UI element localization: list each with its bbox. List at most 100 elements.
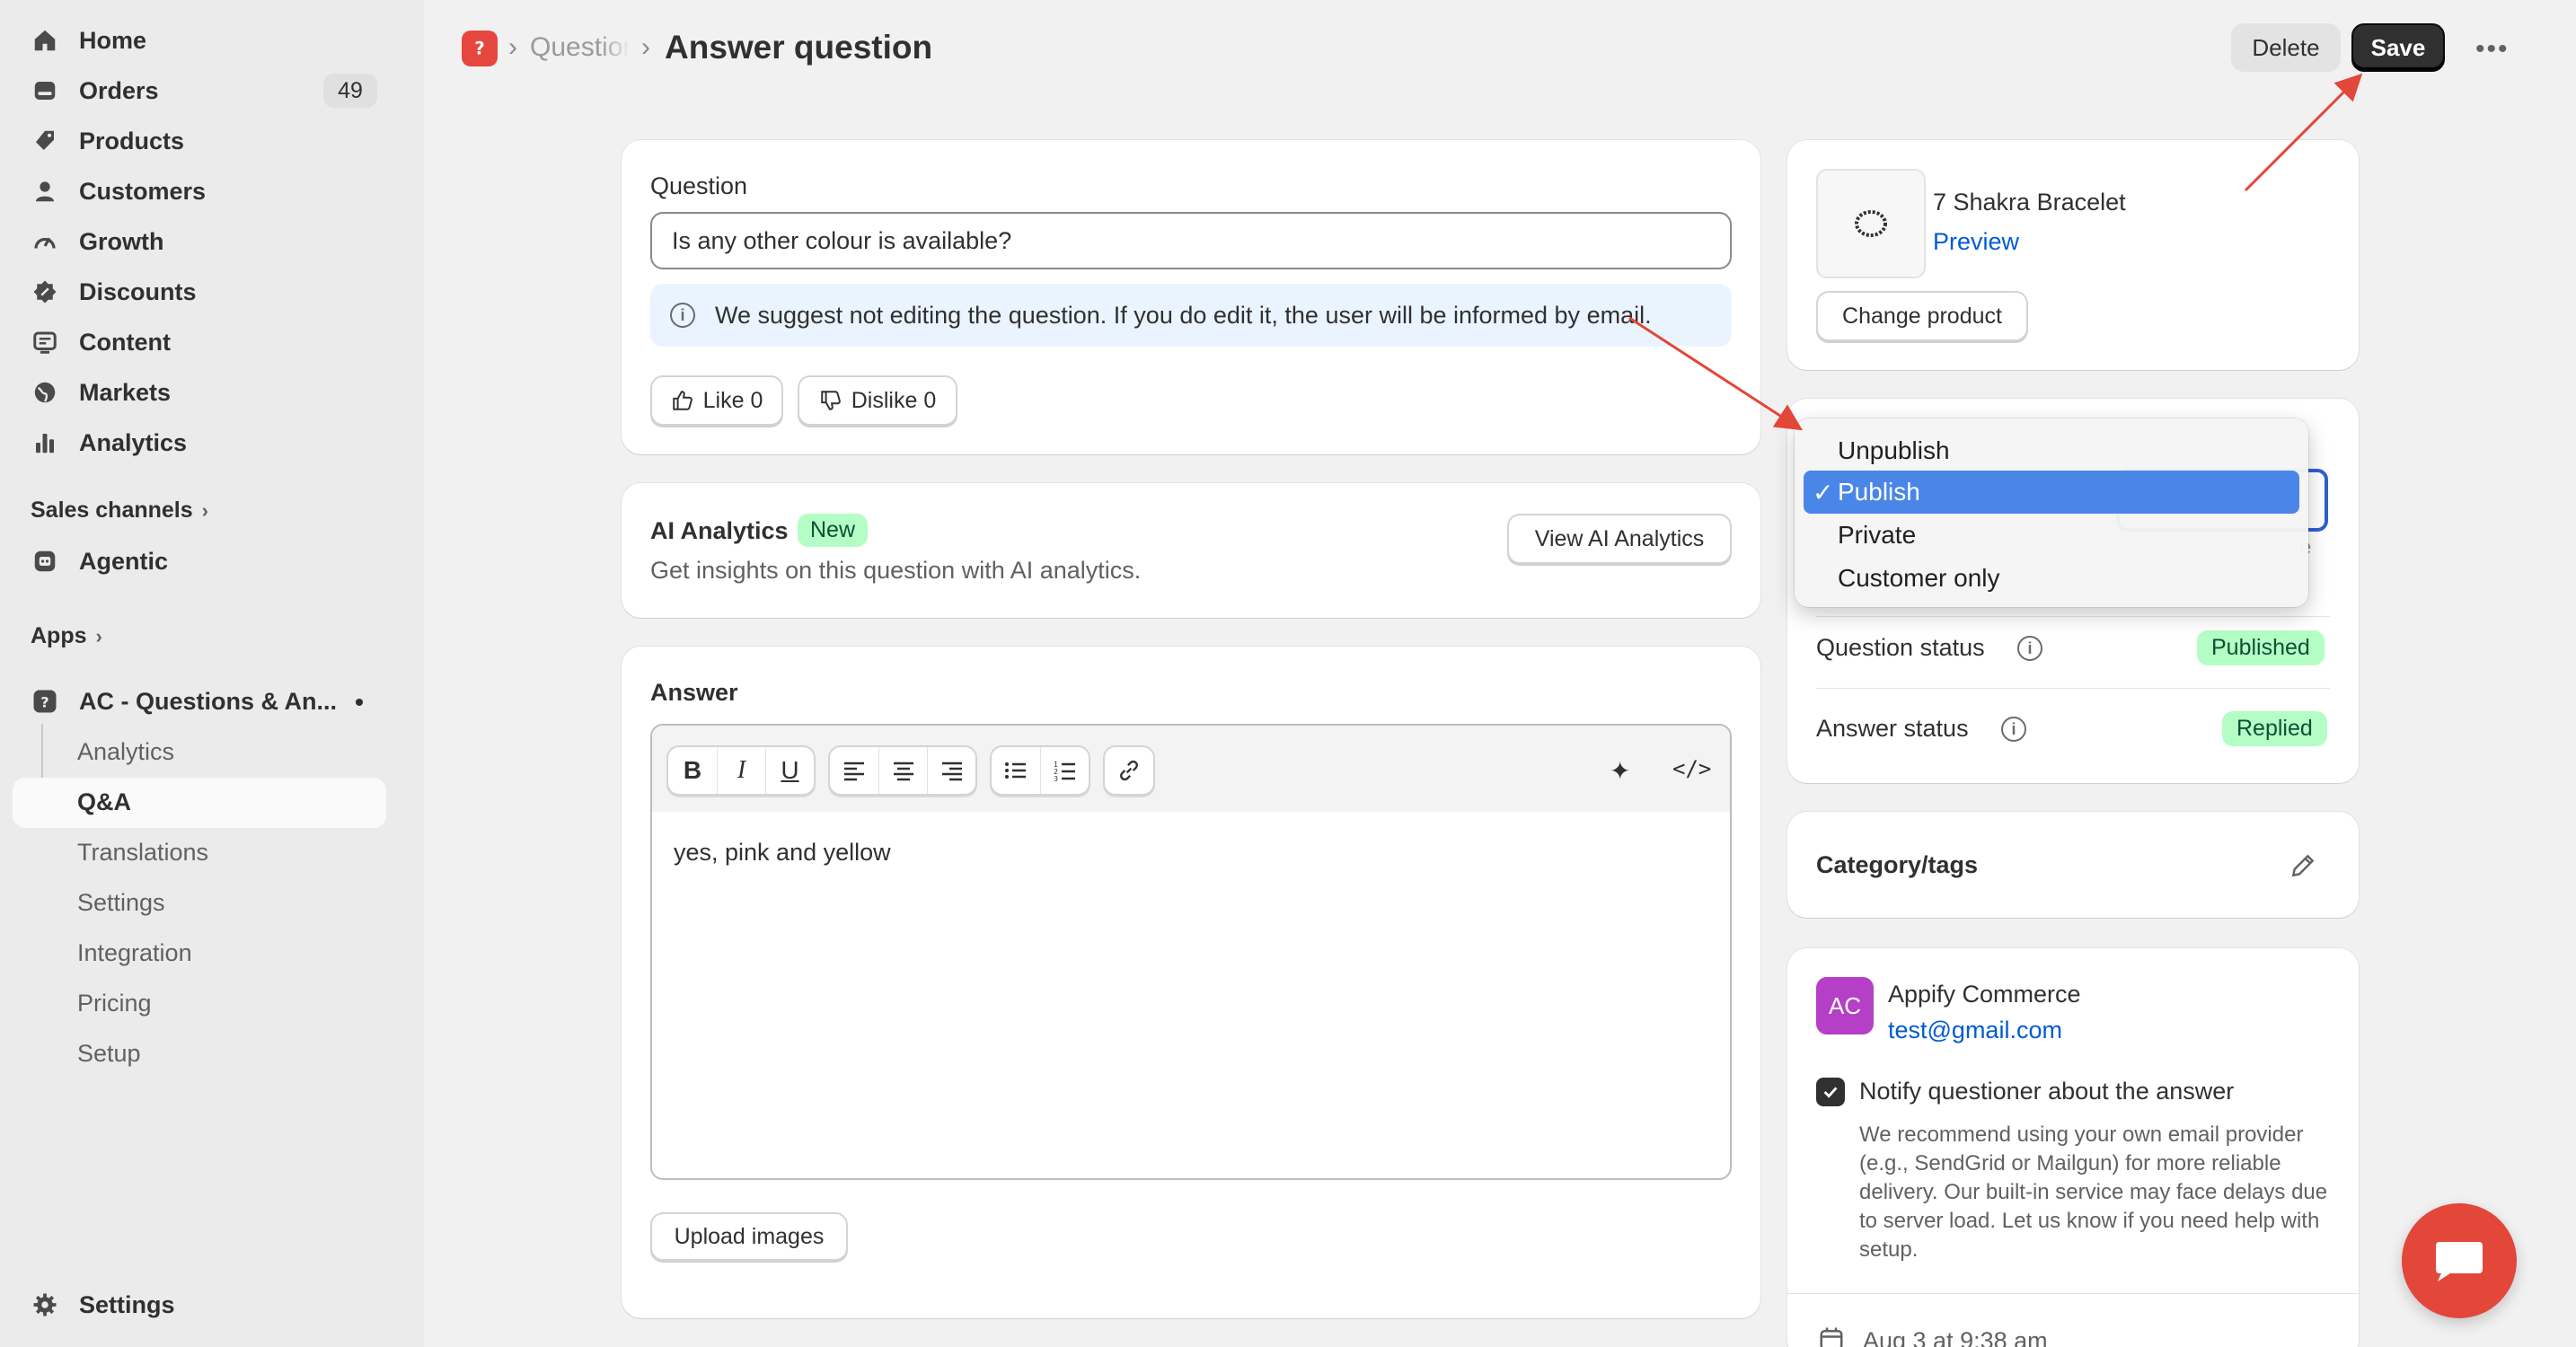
- nav-orders[interactable]: Orders 49: [16, 68, 386, 113]
- breadcrumb-questions[interactable]: Questions: [530, 32, 631, 63]
- nav-discounts[interactable]: Discounts: [16, 269, 386, 314]
- nav-growth[interactable]: Growth: [16, 219, 386, 264]
- category-title: Category/tags: [1816, 851, 1979, 878]
- upload-images-label: Upload images: [674, 1223, 825, 1249]
- nav-products-label: Products: [79, 127, 185, 154]
- nav-agentic-label: Agentic: [79, 547, 169, 575]
- delete-button[interactable]: Delete: [2231, 23, 2341, 72]
- change-product-label: Change product: [1842, 303, 2002, 329]
- user-card-divider: [1787, 1293, 2359, 1294]
- alignment-group: [828, 745, 977, 796]
- option-private[interactable]: Private: [1838, 521, 1916, 550]
- option-publish[interactable]: Publish: [1838, 478, 1920, 506]
- nav-settings-label: Settings: [79, 1290, 175, 1318]
- align-left-icon[interactable]: [830, 747, 878, 794]
- chat-bubble-icon: [2436, 1242, 2483, 1281]
- option-unpublish[interactable]: Unpublish: [1838, 436, 1950, 465]
- breadcrumb-separator-icon: ›: [641, 32, 650, 62]
- check-icon: [1823, 1087, 1838, 1098]
- dislike-button[interactable]: Dislike 0: [798, 375, 957, 426]
- question-input[interactable]: Is any other colour is available?: [650, 212, 1732, 269]
- thumbs-down-icon: [821, 391, 841, 410]
- list-group: 123: [990, 745, 1090, 796]
- notify-label[interactable]: Notify questioner about the answer: [1859, 1078, 2234, 1105]
- bold-icon[interactable]: B: [668, 747, 717, 794]
- view-ai-analytics-button[interactable]: View AI Analytics: [1507, 514, 1732, 564]
- product-name: 7 Shakra Bracelet: [1933, 189, 2126, 216]
- info-icon[interactable]: i: [2001, 717, 2026, 742]
- notify-help-text: We recommend using your own email provid…: [1859, 1122, 2328, 1262]
- change-product-button[interactable]: Change product: [1816, 291, 2028, 341]
- gear-icon: [31, 1290, 59, 1319]
- like-label: Like 0: [702, 387, 763, 413]
- checkmark-icon: ✓: [1813, 479, 1834, 506]
- user-name: Appify Commerce: [1888, 981, 2081, 1008]
- status-dropdown-menu: Unpublish ✓ Publish Private Customer onl…: [1795, 418, 2308, 607]
- notify-checkbox[interactable]: [1816, 1078, 1845, 1106]
- nav-app-questions[interactable]: ? AC - Questions & An...: [16, 679, 386, 724]
- user-email-link[interactable]: test@gmail.com: [1888, 1017, 2062, 1044]
- nav-products[interactable]: Products: [16, 119, 386, 163]
- orders-icon: [31, 76, 59, 105]
- answer-content[interactable]: yes, pink and yellow: [674, 839, 891, 867]
- option-customer-only[interactable]: Customer only: [1838, 564, 2000, 593]
- save-button[interactable]: Save: [2351, 23, 2445, 72]
- bullet-list-icon[interactable]: [992, 747, 1040, 794]
- thumbs-up-icon: [672, 391, 693, 410]
- sub-translations[interactable]: Translations: [77, 839, 208, 867]
- nav-analytics[interactable]: Analytics: [16, 420, 386, 465]
- code-view-icon[interactable]: </>: [1672, 756, 1711, 781]
- sub-analytics[interactable]: Analytics: [77, 738, 174, 766]
- sub-pricing[interactable]: Pricing: [77, 990, 152, 1017]
- link-icon[interactable]: [1105, 747, 1153, 794]
- nav-home[interactable]: Home: [16, 18, 386, 63]
- sub-qa[interactable]: Q&A: [77, 788, 131, 816]
- robot-icon: [31, 547, 59, 576]
- edit-pencil-icon[interactable]: [2289, 851, 2317, 880]
- apps-section[interactable]: Apps ›: [31, 623, 102, 649]
- page-title: Answer question: [665, 29, 933, 66]
- sub-integration[interactable]: Integration: [77, 939, 192, 967]
- text-style-group: B I U: [666, 745, 816, 796]
- more-actions-icon[interactable]: •••: [2475, 34, 2510, 65]
- underline-icon[interactable]: U: [765, 747, 814, 794]
- nav-markets-label: Markets: [79, 378, 172, 406]
- upload-images-button[interactable]: Upload images: [650, 1212, 848, 1261]
- product-thumbnail: [1816, 169, 1926, 278]
- nav-customers[interactable]: Customers: [16, 169, 386, 214]
- nav-settings[interactable]: Settings: [16, 1282, 386, 1327]
- like-button[interactable]: Like 0: [650, 375, 783, 426]
- ai-analytics-description: Get insights on this question with AI an…: [650, 557, 1142, 584]
- edit-warning-text: We suggest not editing the question. If …: [715, 301, 1652, 329]
- info-icon[interactable]: i: [2017, 636, 2042, 661]
- new-badge: New: [798, 514, 869, 547]
- sub-settings[interactable]: Settings: [77, 889, 165, 917]
- avatar: AC: [1816, 977, 1874, 1034]
- nav-markets[interactable]: Markets: [16, 370, 386, 415]
- sales-channels-label: Sales channels: [31, 497, 193, 523]
- app-name-label: AC - Questions & An...: [79, 687, 338, 715]
- globe-icon: [31, 378, 59, 407]
- sub-setup[interactable]: Setup: [77, 1040, 141, 1068]
- sales-channels-section[interactable]: Sales channels ›: [31, 497, 208, 524]
- home-icon: [31, 26, 59, 55]
- align-right-icon[interactable]: [927, 747, 975, 794]
- svg-text:?: ?: [40, 693, 49, 710]
- nav-home-label: Home: [79, 26, 147, 54]
- question-status-badge: Published: [2197, 630, 2325, 665]
- chevron-right-icon: ›: [95, 624, 102, 647]
- question-input-value: Is any other colour is available?: [672, 226, 1012, 254]
- app-status-dot: [356, 699, 363, 706]
- view-ai-analytics-label: View AI Analytics: [1534, 525, 1705, 551]
- numbered-list-icon[interactable]: 123: [1040, 747, 1089, 794]
- ai-sparkle-icon[interactable]: ✦: [1610, 756, 1630, 786]
- dislike-label: Dislike 0: [851, 387, 937, 413]
- nav-content[interactable]: Content: [16, 320, 386, 365]
- chat-widget-button[interactable]: [2402, 1203, 2517, 1318]
- align-center-icon[interactable]: [878, 747, 927, 794]
- product-preview-link[interactable]: Preview: [1933, 228, 2019, 256]
- italic-icon[interactable]: I: [717, 747, 765, 794]
- nav-agentic[interactable]: Agentic: [16, 539, 386, 584]
- bar-chart-icon: [31, 428, 59, 457]
- bracelet-image: [1855, 210, 1887, 237]
